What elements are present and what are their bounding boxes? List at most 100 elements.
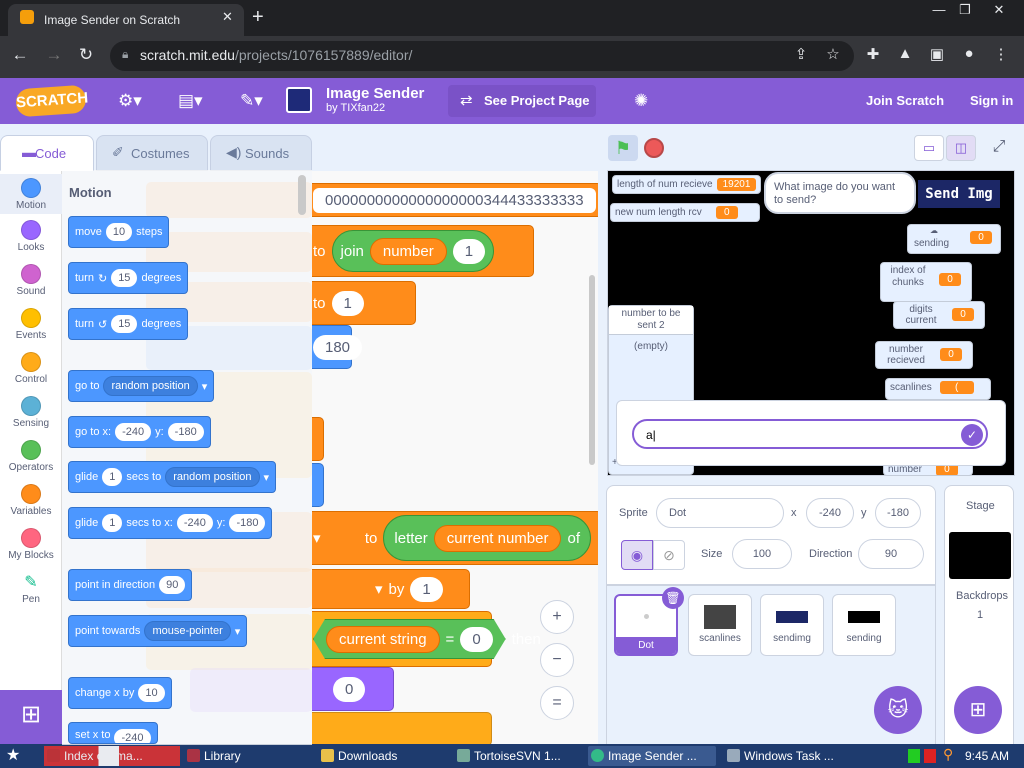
- sign-in-link[interactable]: Sign in: [970, 93, 1013, 108]
- go-to-xy-block[interactable]: go to x: -240 y: -180: [68, 416, 211, 448]
- join-operator[interactable]: join number 1: [331, 230, 495, 272]
- bookmark-star-icon[interactable]: ☆: [822, 45, 844, 63]
- project-author[interactable]: by TIXfan22: [326, 102, 385, 114]
- set-current-number-block[interactable]: to 1: [312, 281, 416, 325]
- change-by-block[interactable]: ▾ by 1: [312, 569, 470, 609]
- change-x-block[interactable]: change x by 10: [68, 677, 172, 709]
- if-then-block[interactable]: current string = 0 then: [312, 611, 541, 667]
- join-scratch-link[interactable]: Join Scratch: [866, 93, 944, 108]
- address-bar[interactable]: 🔒︎ scratch.mit.edu/projects/1076157889/e…: [110, 41, 854, 71]
- choose-backdrop-button[interactable]: ⊞: [954, 686, 1002, 734]
- forward-arrow-icon[interactable]: →: [42, 45, 66, 65]
- go-to-block[interactable]: go to random position ▾: [68, 370, 215, 402]
- labs-flask-icon[interactable]: ▲: [894, 45, 916, 62]
- file-menu-icon[interactable]: ▤▾: [178, 91, 203, 111]
- number-reporter[interactable]: number: [369, 237, 447, 265]
- costume-value[interactable]: 0: [333, 676, 366, 702]
- share-icon[interactable]: ⇪: [790, 45, 812, 63]
- monitor-index-of-chunks[interactable]: index of chunks 0: [880, 262, 972, 302]
- category-sound[interactable]: Sound: [0, 264, 62, 297]
- maximize-button[interactable]: ❐: [950, 2, 980, 18]
- x-input[interactable]: -240: [114, 729, 151, 743]
- x-position-input[interactable]: -240: [806, 498, 854, 528]
- sprite-thumb-sendimg[interactable]: sendimg: [760, 594, 824, 656]
- monitor-length-of-num-recieve[interactable]: length of num recieve 19201: [612, 175, 762, 194]
- answer-input[interactable]: a|: [632, 419, 988, 449]
- direction-input[interactable]: 90: [159, 576, 186, 594]
- control-block-bottom[interactable]: [312, 712, 492, 745]
- browser-menu-icon[interactable]: ⋮: [990, 45, 1012, 63]
- turn-left-block[interactable]: turn ↺ 15 degrees: [68, 308, 189, 340]
- category-events[interactable]: Events: [0, 308, 62, 341]
- current-number-reporter[interactable]: current number: [433, 524, 562, 552]
- category-my-blocks[interactable]: My Blocks: [0, 528, 62, 561]
- sprite-name-input[interactable]: Dot: [656, 498, 784, 528]
- settings-gear-icon[interactable]: ⚙▾: [118, 91, 142, 111]
- control-block[interactable]: [312, 417, 324, 461]
- edit-menu-icon[interactable]: ✎▾: [240, 91, 263, 111]
- degrees-input[interactable]: 15: [111, 315, 138, 333]
- delete-sprite-trash-icon[interactable]: 🗑︎: [662, 587, 684, 609]
- move-steps-block[interactable]: move 10 steps: [68, 216, 170, 248]
- x-input[interactable]: -240: [115, 423, 152, 441]
- category-variables[interactable]: Variables: [0, 484, 62, 517]
- zoom-in-button[interactable]: +: [540, 600, 574, 634]
- zoom-out-button[interactable]: −: [540, 643, 574, 677]
- category-pen[interactable]: ✎ Pen: [0, 572, 62, 605]
- stage-thumbnail[interactable]: [949, 532, 1011, 579]
- target-dropdown[interactable]: mouse-pointer: [144, 621, 231, 641]
- scratch-logo[interactable]: SCRATCH: [15, 84, 89, 118]
- category-sensing[interactable]: Sensing: [0, 396, 62, 429]
- set-letter-block[interactable]: ▾ to letter current number of: [312, 511, 598, 565]
- browser-tab[interactable]: Image Sender on Scratch: [8, 4, 244, 36]
- category-motion[interactable]: Motion: [0, 174, 62, 214]
- window-close-button[interactable]: ✕: [984, 2, 1014, 18]
- add-extension-button[interactable]: ⊞: [0, 690, 62, 744]
- current-string-reporter[interactable]: current string: [326, 626, 440, 653]
- change-value[interactable]: 1: [410, 576, 443, 602]
- fullscreen-button[interactable]: ⤢: [984, 135, 1014, 161]
- debug-lightbulb-icon[interactable]: ✺: [634, 91, 648, 111]
- set-string-block[interactable]: to join number 1: [312, 225, 534, 277]
- set-variable-block[interactable]: 0000000000000000000344433333333: [312, 183, 598, 217]
- size-input[interactable]: 100: [732, 539, 792, 569]
- category-control[interactable]: Control: [0, 352, 62, 385]
- stop-button[interactable]: [644, 138, 664, 158]
- green-flag-button[interactable]: ⚑: [608, 135, 638, 161]
- x-change-input[interactable]: 10: [138, 684, 165, 702]
- equals-operator[interactable]: current string = 0: [313, 619, 506, 659]
- target-dropdown[interactable]: random position: [103, 376, 198, 396]
- glide-to-block[interactable]: glide 1 secs to random position ▾: [68, 461, 277, 493]
- steps-input[interactable]: 10: [105, 223, 133, 241]
- tab-code[interactable]: Code: [0, 135, 94, 171]
- switch-costume-block[interactable]: 0: [312, 667, 394, 711]
- new-tab-button[interactable]: +: [252, 6, 264, 29]
- search-tray-icon[interactable]: ⚲: [943, 746, 953, 763]
- show-sprite-eye-icon[interactable]: ◉: [621, 540, 653, 570]
- reload-icon[interactable]: ↻: [74, 45, 98, 65]
- x-input[interactable]: -240: [176, 514, 213, 532]
- y-position-input[interactable]: -180: [875, 498, 921, 528]
- sprite-thumb-scanlines[interactable]: scanlines: [688, 594, 752, 656]
- target-dropdown[interactable]: random position: [165, 467, 260, 487]
- taskbar-item-library[interactable]: Library: [184, 746, 304, 766]
- monitor-sending[interactable]: ☁ sending 0: [907, 224, 1001, 254]
- set-value[interactable]: 1: [331, 290, 364, 316]
- monitor-number-recieved[interactable]: number recieved 0: [875, 341, 973, 369]
- category-looks[interactable]: Looks: [0, 220, 62, 253]
- zoom-reset-button[interactable]: =: [540, 686, 574, 720]
- y-input[interactable]: -180: [167, 423, 204, 441]
- taskbar-item-image-sender[interactable]: Image Sender ...: [588, 746, 716, 766]
- monitor-new-num-length-rcv[interactable]: new num length rcv 0: [610, 203, 760, 222]
- degrees-input[interactable]: 15: [111, 269, 138, 287]
- join-value[interactable]: 1: [452, 238, 486, 264]
- compare-value[interactable]: 0: [460, 627, 492, 652]
- dropdown-arrow-icon[interactable]: ▾: [375, 580, 383, 598]
- tab-close-icon[interactable]: ✕: [222, 9, 233, 25]
- goto-xy-block[interactable]: 180: [312, 325, 363, 369]
- secs-input[interactable]: 1: [102, 468, 123, 486]
- y-input[interactable]: -180: [229, 514, 266, 532]
- start-star-icon[interactable]: ★: [6, 745, 20, 765]
- palette-scrollbar[interactable]: [298, 175, 306, 215]
- small-stage-button[interactable]: ▭: [914, 135, 944, 161]
